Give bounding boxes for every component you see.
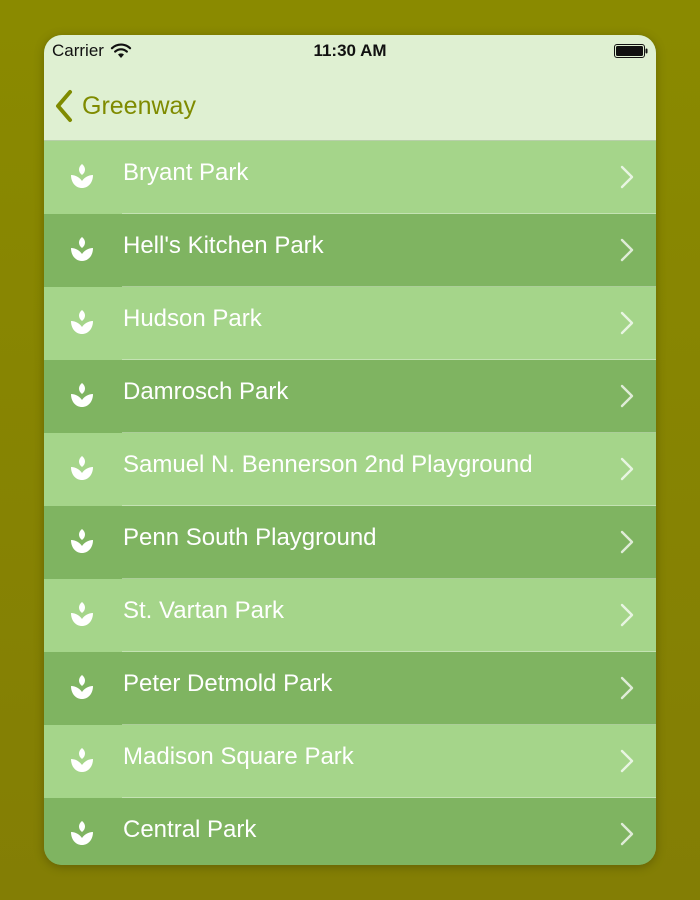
list-item-label: Bryant Park [123,159,249,186]
chevron-right-icon [620,165,634,189]
list-item-label: St. Vartan Park [123,597,284,624]
back-button-label: Greenway [82,91,196,120]
plant-sprout-icon [71,821,93,845]
list-item-label: Damrosch Park [123,378,289,405]
chevron-right-icon [620,676,634,700]
list-item[interactable]: Samuel N. Bennerson 2nd Playground [44,433,656,506]
chevron-right-icon [620,603,634,627]
list-item-label: Penn South Playground [123,524,377,551]
device-screen: Carrier 11:30 AM Greenway Bryant Park He… [44,35,656,865]
plant-sprout-icon [71,310,93,334]
list-item-label: Central Park [123,816,257,843]
plant-sprout-icon [71,602,93,626]
chevron-right-icon [620,822,634,846]
list-item-label: Peter Detmold Park [123,670,333,697]
plant-sprout-icon [71,675,93,699]
plant-sprout-icon [71,748,93,772]
plant-sprout-icon [71,529,93,553]
chevron-right-icon [620,238,634,262]
plant-sprout-icon [71,237,93,261]
park-list: Bryant Park Hell's Kitchen Park Hudson P… [44,141,656,865]
list-item[interactable]: Madison Square Park [44,725,656,798]
back-button[interactable]: Greenway [54,89,196,123]
list-item[interactable]: St. Vartan Park [44,579,656,652]
plant-sprout-icon [71,383,93,407]
list-item[interactable]: Damrosch Park [44,360,656,433]
chevron-right-icon [620,384,634,408]
plant-sprout-icon [71,456,93,480]
chevron-right-icon [620,530,634,554]
list-item-label: Hudson Park [123,305,262,332]
list-item-label: Samuel N. Bennerson 2nd Playground [123,451,533,478]
chevron-right-icon [620,749,634,773]
list-item[interactable]: Hell's Kitchen Park [44,214,656,287]
list-item[interactable]: Penn South Playground [44,506,656,579]
status-bar: Carrier 11:30 AM [44,35,656,67]
list-item-label: Hell's Kitchen Park [123,232,324,259]
list-item[interactable]: Bryant Park [44,141,656,214]
navigation-bar: Greenway [44,67,656,141]
status-time: 11:30 AM [313,41,387,60]
list-item-label: Madison Square Park [123,743,354,770]
chevron-right-icon [620,457,634,481]
list-item[interactable]: Hudson Park [44,287,656,360]
battery-icon [614,44,648,58]
list-item[interactable]: Peter Detmold Park [44,652,656,725]
plant-sprout-icon [71,164,93,188]
chevron-left-icon [56,90,72,122]
chevron-right-icon [620,311,634,335]
list-item[interactable]: Central Park [44,798,656,865]
